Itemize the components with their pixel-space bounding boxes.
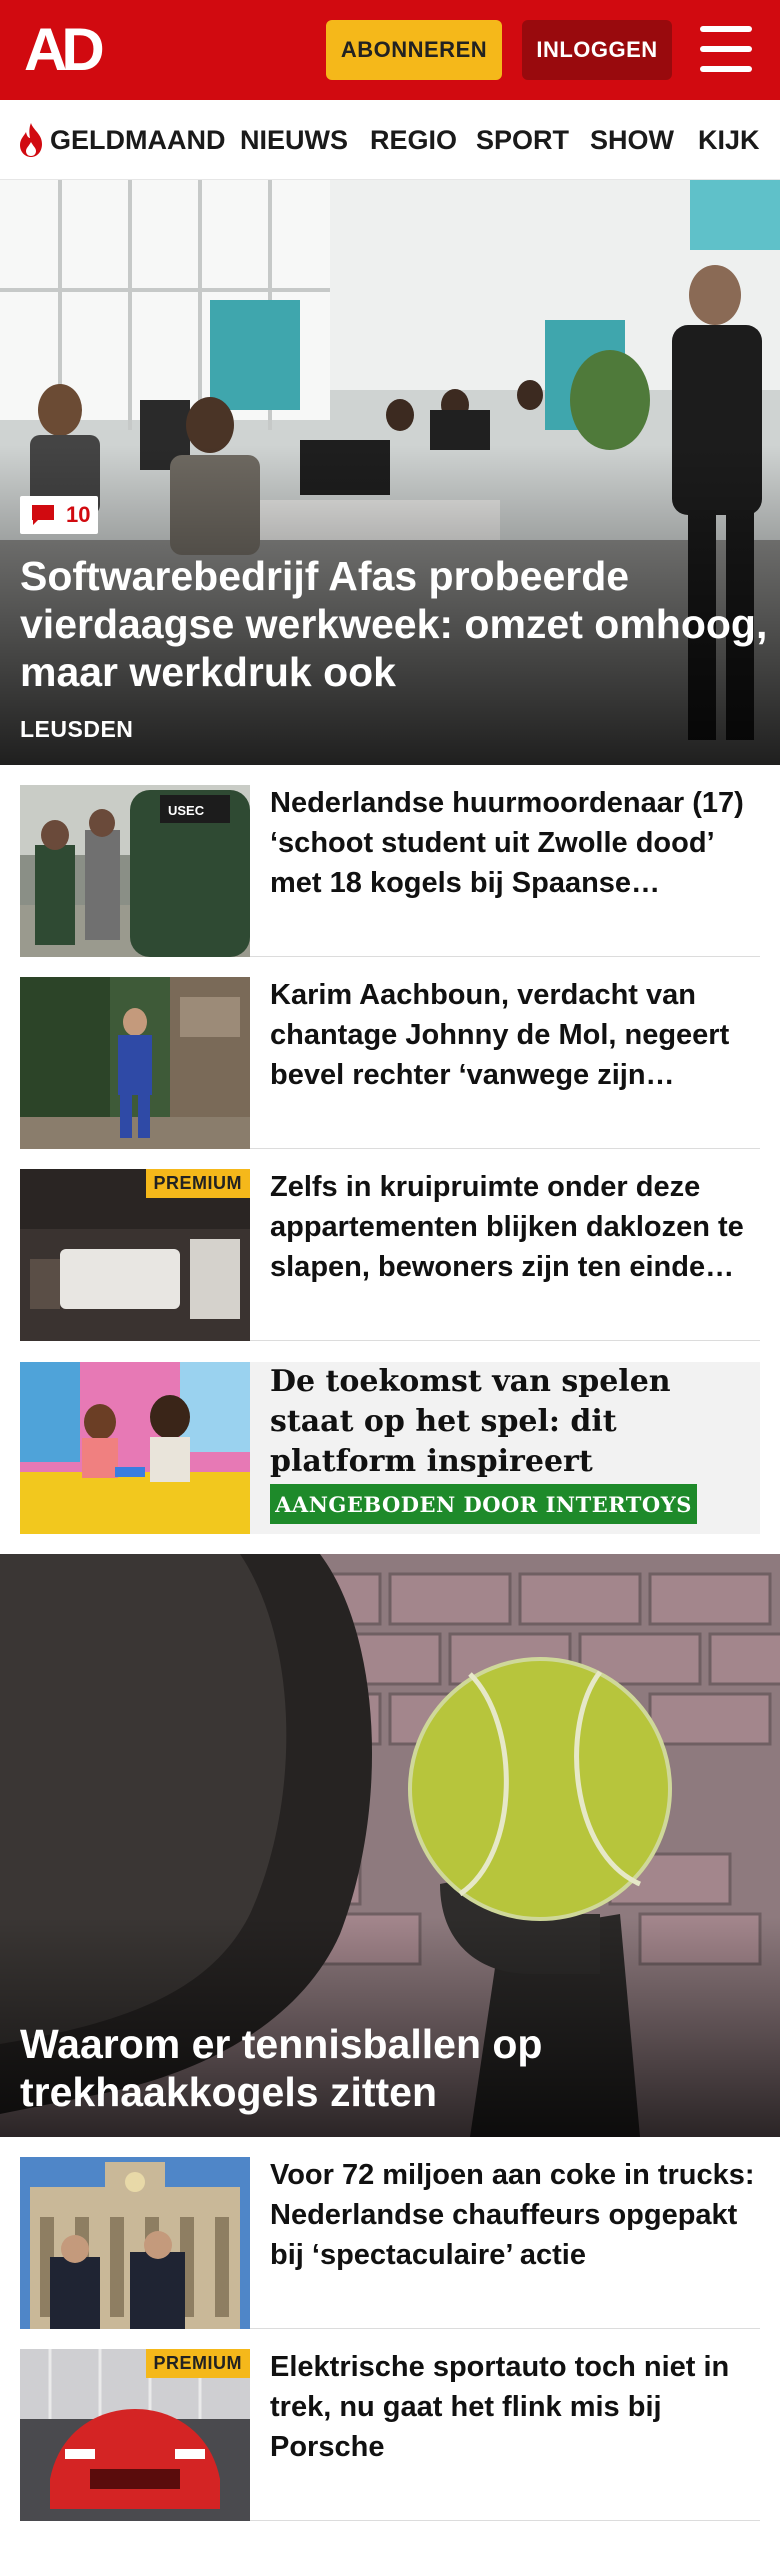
feature-title[interactable]: Waarom er tennisballen op trekhaakkogels… bbox=[20, 2020, 760, 2116]
flame-icon bbox=[20, 123, 42, 157]
subscribe-button[interactable]: ABONNEREN bbox=[326, 20, 502, 80]
nav-item-nieuws[interactable]: NIEUWS bbox=[240, 122, 348, 158]
nav-item-geldmaand[interactable]: GELDMAAND bbox=[50, 122, 226, 158]
top-bar: AD ABONNEREN INLOGGEN bbox=[0, 0, 780, 100]
sponsored-item[interactable]: De toekomst van spelen staat op het spel… bbox=[20, 1362, 760, 1534]
article-title[interactable]: Elektrische sportauto toch niet in trek,… bbox=[270, 2347, 758, 2467]
hero-location: LEUSDEN bbox=[20, 716, 134, 742]
hero-title[interactable]: Softwarebedrijf Afas probeerde vierdaags… bbox=[20, 552, 770, 696]
list-item[interactable]: PREMIUM Elektrische sportauto toch niet … bbox=[20, 2329, 760, 2521]
feature-article[interactable]: Waarom er tennisballen op trekhaakkogels… bbox=[0, 1554, 780, 2137]
article-thumbnail: PREMIUM bbox=[20, 1169, 250, 1341]
ad-logo[interactable]: AD bbox=[24, 20, 116, 80]
svg-text:USEC: USEC bbox=[168, 803, 205, 818]
comment-badge[interactable]: 10 bbox=[20, 496, 98, 534]
comment-icon bbox=[32, 505, 54, 525]
premium-badge: PREMIUM bbox=[145, 1169, 250, 1198]
nav-item-sport[interactable]: SPORT bbox=[476, 122, 569, 158]
hamburger-menu-icon[interactable] bbox=[700, 26, 752, 72]
article-title[interactable]: Zelfs in kruipruimte onder deze appartem… bbox=[270, 1167, 758, 1287]
nav-item-kijk[interactable]: KIJK bbox=[698, 122, 760, 158]
section-nav: GELDMAAND NIEUWS REGIO SPORT SHOW KIJK bbox=[0, 100, 780, 180]
nav-item-regio[interactable]: REGIO bbox=[370, 122, 457, 158]
article-title[interactable]: Karim Aachboun, verdacht van chantage Jo… bbox=[270, 975, 758, 1095]
article-title[interactable]: Nederlandse huurmoordenaar (17) ‘schoot … bbox=[270, 783, 758, 903]
article-thumbnail: USEC bbox=[20, 785, 250, 957]
article-thumbnail: PREMIUM bbox=[20, 2349, 250, 2521]
hero-article[interactable]: 10 Softwarebedrijf Afas probeerde vierda… bbox=[0, 180, 780, 765]
list-item[interactable]: Karim Aachboun, verdacht van chantage Jo… bbox=[20, 957, 760, 1149]
list-item[interactable]: USEC Nederlandse huurmoordenaar (17) ‘sc… bbox=[20, 765, 760, 957]
comment-count: 10 bbox=[66, 502, 91, 527]
login-button[interactable]: INLOGGEN bbox=[522, 20, 672, 80]
article-title[interactable]: Voor 72 miljoen aan coke in trucks: Nede… bbox=[270, 2155, 758, 2275]
nav-item-show[interactable]: SHOW bbox=[590, 122, 674, 158]
list-item[interactable]: PREMIUM Zelfs in kruipruimte onder deze … bbox=[20, 1149, 760, 1341]
premium-badge: PREMIUM bbox=[145, 2349, 250, 2378]
sponsored-thumbnail bbox=[20, 1362, 250, 1534]
article-thumbnail bbox=[20, 977, 250, 1149]
list-item[interactable]: Voor 72 miljoen aan coke in trucks: Nede… bbox=[20, 2137, 760, 2329]
article-thumbnail bbox=[20, 2157, 250, 2329]
sponsored-label: AANGEBODEN DOOR INTERTOYS bbox=[270, 1484, 697, 1524]
